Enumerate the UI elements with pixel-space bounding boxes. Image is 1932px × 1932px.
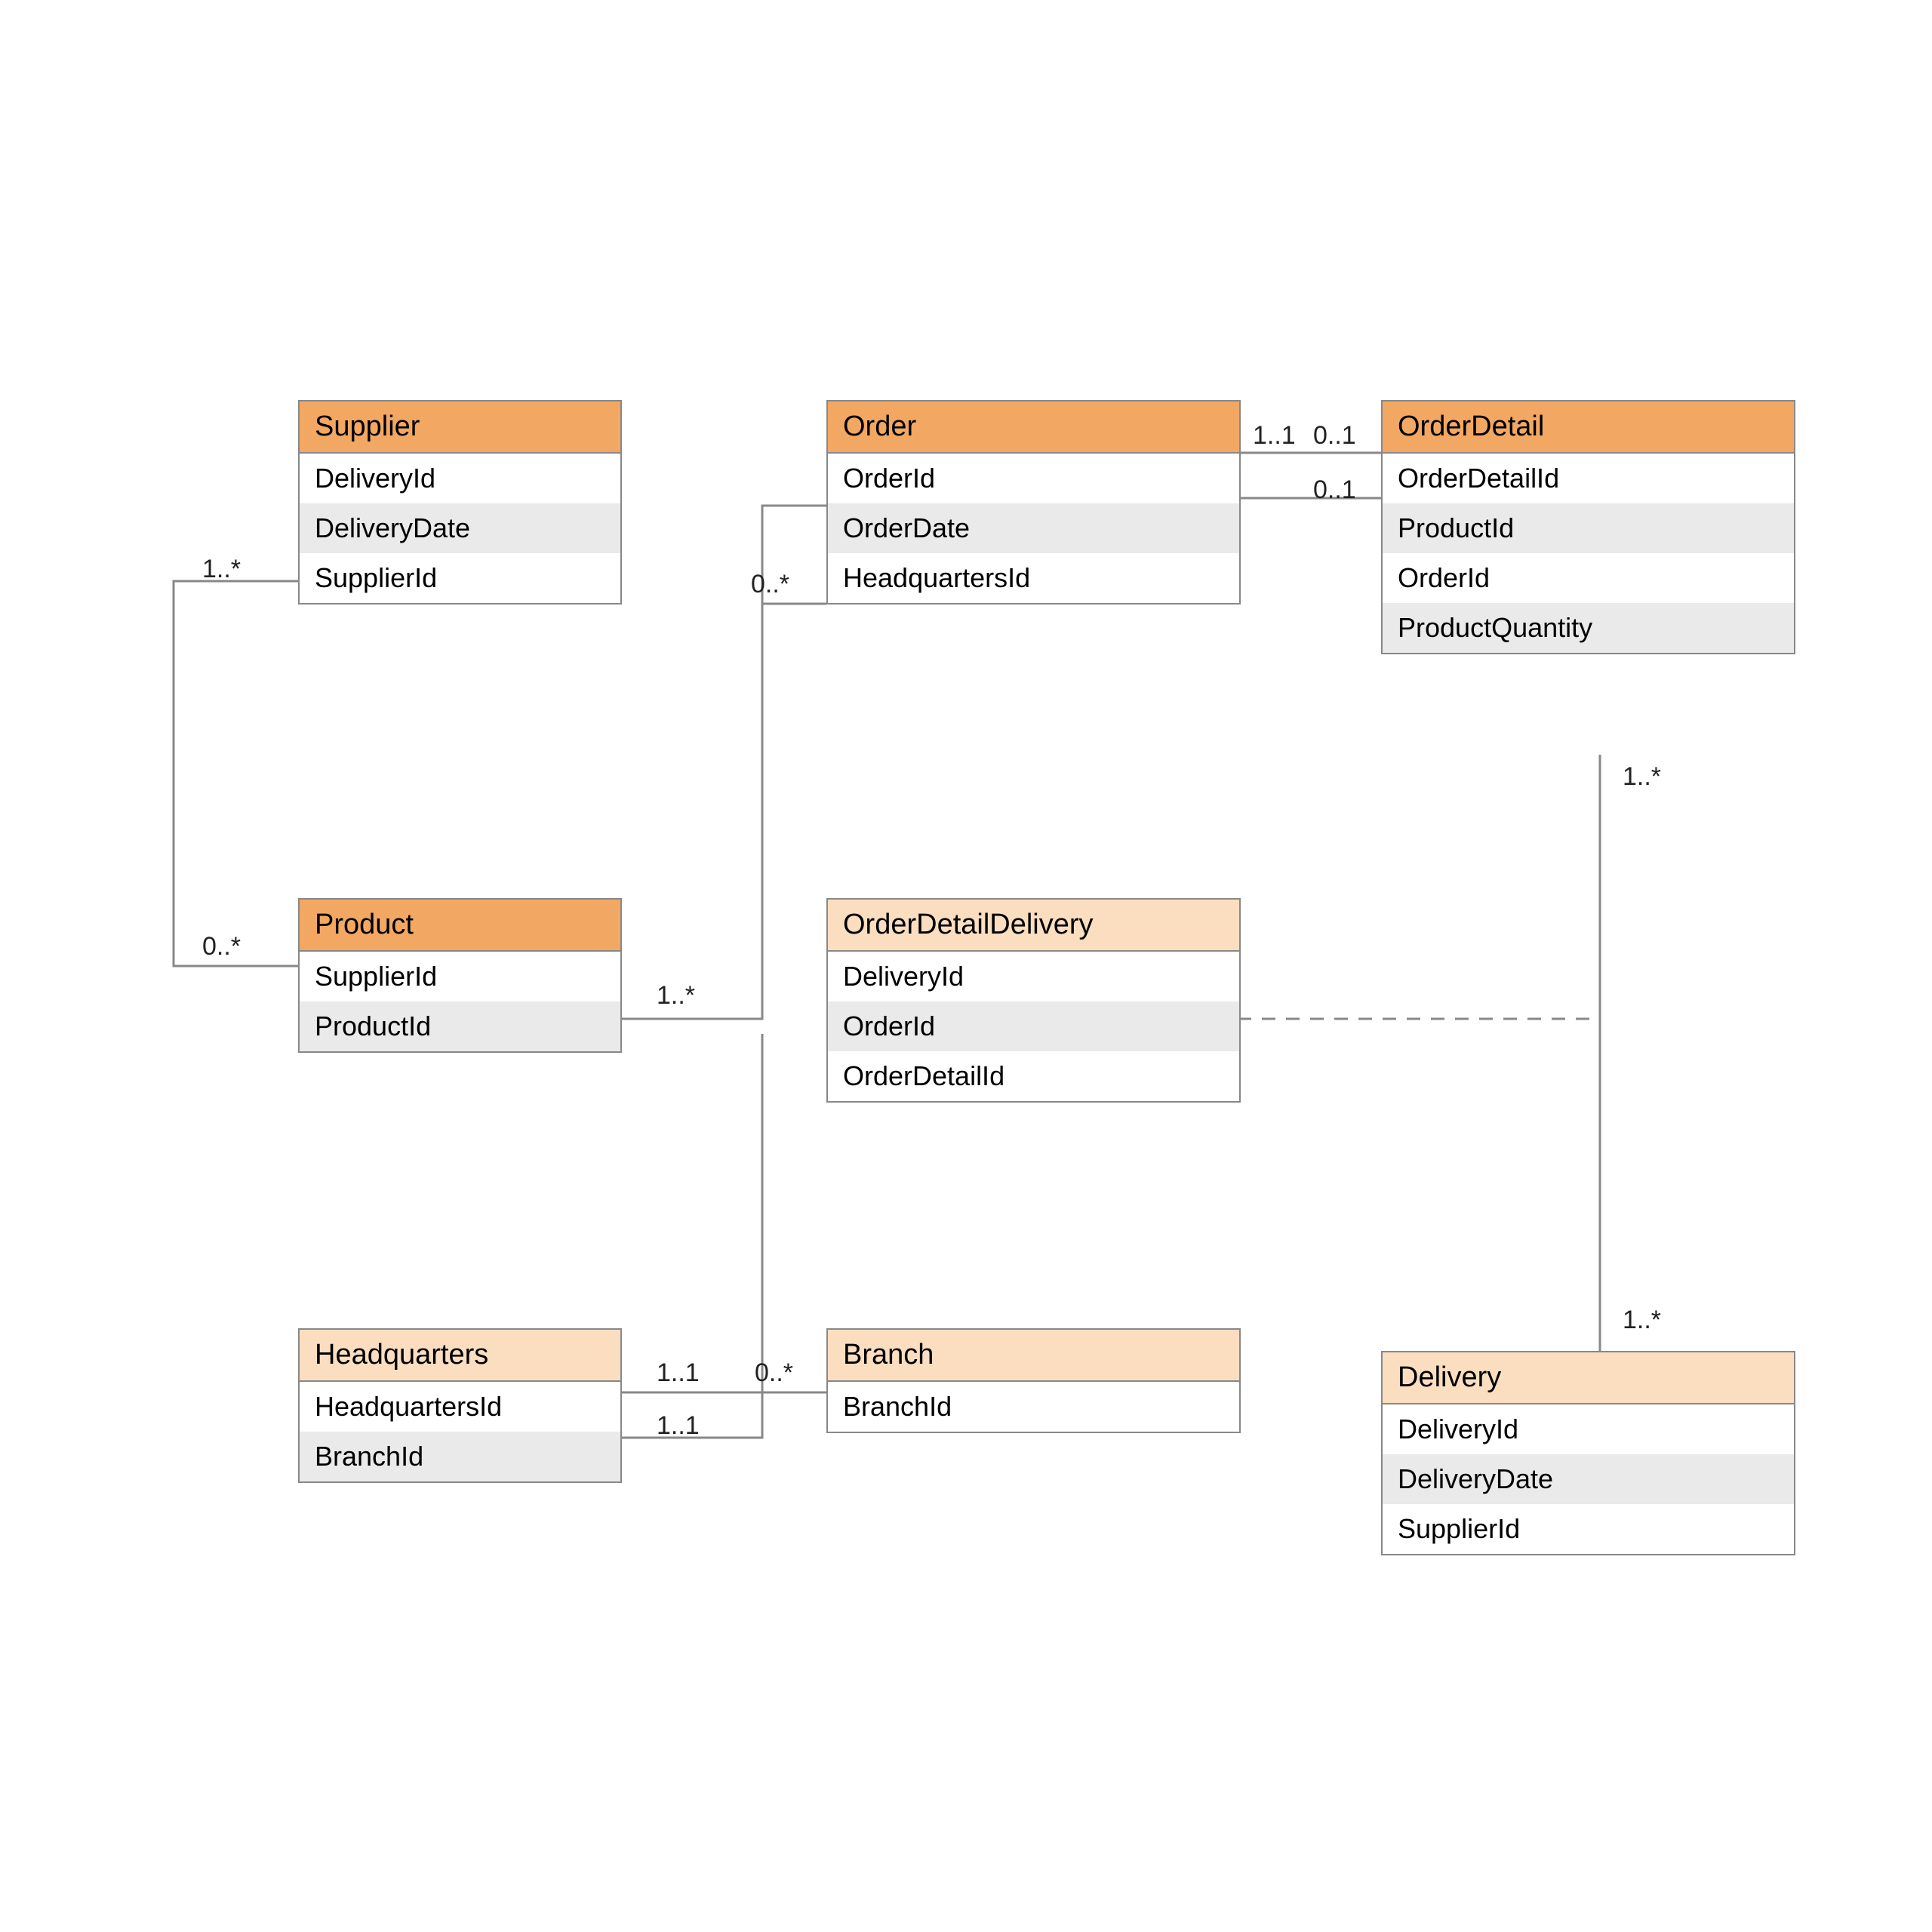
entity-title: Branch xyxy=(828,1330,1239,1382)
entity-title: Supplier xyxy=(300,401,620,454)
attr: SupplierId xyxy=(300,952,620,1001)
attr: HeadquartersId xyxy=(300,1382,620,1432)
entity-product: Product SupplierId ProductId xyxy=(298,898,622,1053)
multiplicity: 1..1 xyxy=(657,1411,700,1441)
multiplicity: 1..* xyxy=(1623,762,1661,792)
multiplicity: 0..1 xyxy=(1313,421,1356,451)
attr: OrderId xyxy=(1383,553,1794,603)
entity-title: Product xyxy=(300,900,620,952)
multiplicity: 1..* xyxy=(202,555,241,584)
entity-title: Delivery xyxy=(1383,1352,1794,1404)
attr: OrderDate xyxy=(828,503,1239,553)
entity-title: Headquarters xyxy=(300,1330,620,1382)
entity-delivery: Delivery DeliveryId DeliveryDate Supplie… xyxy=(1381,1351,1795,1555)
multiplicity: 0..* xyxy=(202,932,241,961)
multiplicity: 0..* xyxy=(755,1358,793,1388)
multiplicity: 1..* xyxy=(657,981,695,1011)
attr: OrderDetailId xyxy=(1383,454,1794,503)
attr: BranchId xyxy=(828,1382,1239,1432)
attr: OrderDetailId xyxy=(828,1051,1239,1101)
entity-orderdetail: OrderDetail OrderDetailId ProductId Orde… xyxy=(1381,400,1795,654)
multiplicity: 0..* xyxy=(751,570,789,599)
entity-title: OrderDetail xyxy=(1383,401,1794,454)
attr: ProductQuantity xyxy=(1383,603,1794,653)
attr: HeadquartersId xyxy=(828,553,1239,603)
entity-title: OrderDetailDelivery xyxy=(828,900,1239,952)
attr: ProductId xyxy=(1383,503,1794,553)
entity-headquarters: Headquarters HeadquartersId BranchId xyxy=(298,1328,622,1483)
multiplicity: 1..* xyxy=(1623,1306,1661,1335)
attr: DeliveryDate xyxy=(1383,1454,1794,1504)
attr: DeliveryId xyxy=(300,454,620,503)
entity-supplier: Supplier DeliveryId DeliveryDate Supplie… xyxy=(298,400,622,605)
attr: DeliveryId xyxy=(828,952,1239,1001)
attr: OrderId xyxy=(828,454,1239,503)
attr: ProductId xyxy=(300,1001,620,1051)
entity-title: Order xyxy=(828,401,1239,454)
entity-orderdetaildelivery: OrderDetailDelivery DeliveryId OrderId O… xyxy=(826,898,1241,1103)
multiplicity: 1..1 xyxy=(657,1358,700,1388)
multiplicity: 1..1 xyxy=(1253,421,1296,451)
attr: BranchId xyxy=(300,1432,620,1481)
attr: SupplierId xyxy=(300,553,620,603)
entity-branch: Branch BranchId xyxy=(826,1328,1241,1433)
entity-order: Order OrderId OrderDate HeadquartersId xyxy=(826,400,1241,605)
attr: SupplierId xyxy=(1383,1504,1794,1554)
attr: DeliveryId xyxy=(1383,1404,1794,1454)
multiplicity: 0..1 xyxy=(1313,475,1356,505)
attr: OrderId xyxy=(828,1001,1239,1051)
er-diagram-canvas: Supplier DeliveryId DeliveryDate Supplie… xyxy=(0,0,1932,1932)
attr: DeliveryDate xyxy=(300,503,620,553)
